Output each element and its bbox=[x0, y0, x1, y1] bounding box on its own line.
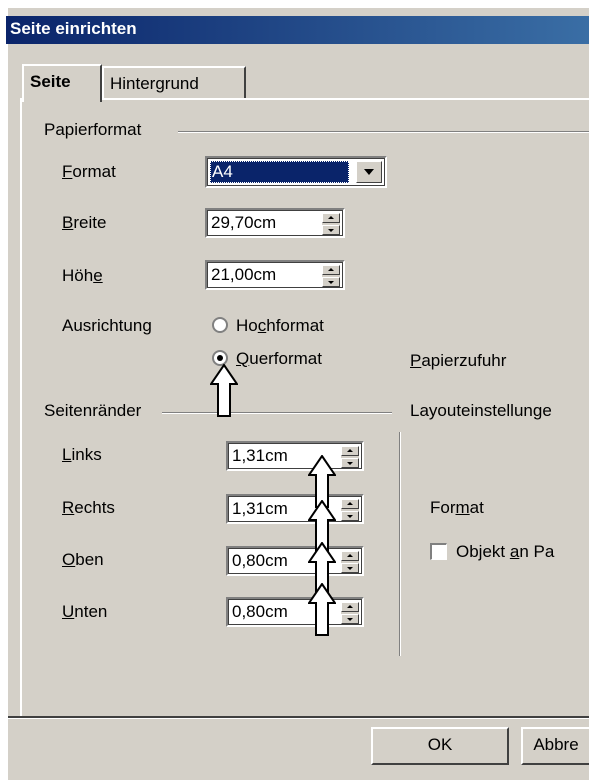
annotation-arrow-up-icon bbox=[210, 364, 238, 417]
oben-spinner[interactable] bbox=[341, 551, 359, 573]
spin-up-button[interactable] bbox=[341, 499, 359, 509]
links-spinner[interactable] bbox=[341, 446, 359, 468]
format-dropdown-button[interactable] bbox=[356, 161, 382, 183]
spin-down-icon bbox=[328, 281, 334, 284]
tab-hintergrund[interactable]: Hintergrund bbox=[102, 66, 246, 100]
links-label: Links bbox=[62, 445, 102, 464]
rechts-spinner[interactable] bbox=[341, 499, 359, 521]
spin-up-icon bbox=[328, 216, 334, 219]
spin-up-icon bbox=[347, 449, 353, 452]
unten-spinner[interactable] bbox=[341, 602, 359, 624]
spin-down-icon bbox=[347, 567, 353, 570]
spin-down-button[interactable] bbox=[341, 563, 359, 573]
spin-down-button[interactable] bbox=[341, 458, 359, 468]
spin-down-button[interactable] bbox=[322, 277, 340, 287]
ausrichtung-label: Ausrichtung bbox=[62, 316, 152, 335]
spin-up-icon bbox=[347, 605, 353, 608]
hoehe-spinner[interactable] bbox=[322, 265, 340, 287]
tab-hintergrund-label: Hintergrund bbox=[110, 74, 199, 93]
hoehe-value: 21,00cm bbox=[211, 265, 277, 284]
hochformat-label[interactable]: Hochformat bbox=[236, 316, 324, 336]
oben-label: Oben bbox=[62, 550, 104, 569]
format-selected-value: A4 bbox=[210, 161, 349, 183]
spin-down-button[interactable] bbox=[322, 225, 340, 235]
rechts-value: 1,31cm bbox=[232, 499, 288, 518]
window-title: Seite einrichten bbox=[10, 19, 137, 38]
layout-group-label: Layouteinstellunge bbox=[410, 401, 552, 420]
papierzufuhr-label: Papierzufuhr bbox=[410, 351, 507, 370]
title-bar: Seite einrichten bbox=[6, 16, 589, 44]
layout-format-label: Format bbox=[430, 498, 484, 517]
cancel-button[interactable]: Abbre bbox=[521, 727, 589, 765]
spin-down-button[interactable] bbox=[341, 614, 359, 624]
oben-field[interactable]: 0,80cm bbox=[226, 546, 364, 576]
spin-down-icon bbox=[347, 515, 353, 518]
spin-down-icon bbox=[347, 462, 353, 465]
querformat-label[interactable]: Querformat bbox=[236, 349, 322, 369]
spin-up-button[interactable] bbox=[341, 602, 359, 612]
unten-label: Unten bbox=[62, 602, 108, 621]
hoehe-field[interactable]: 21,00cm bbox=[205, 260, 345, 290]
breite-spinner[interactable] bbox=[322, 213, 340, 235]
tab-seite[interactable]: Seite bbox=[22, 64, 102, 102]
spin-down-icon bbox=[347, 618, 353, 621]
annotation-arrow-up-icon bbox=[308, 583, 336, 636]
papierformat-group-label: Papierformat bbox=[44, 120, 142, 139]
oben-value: 0,80cm bbox=[232, 551, 288, 570]
rechts-label: Rechts bbox=[62, 498, 115, 517]
objekt-checkbox[interactable] bbox=[430, 543, 447, 560]
spin-up-button[interactable] bbox=[322, 265, 340, 275]
ok-button[interactable]: OK bbox=[371, 727, 509, 765]
spin-up-button[interactable] bbox=[341, 446, 359, 456]
links-value: 1,31cm bbox=[232, 446, 288, 465]
rechts-field[interactable]: 1,31cm bbox=[226, 494, 364, 524]
seitenraender-group-label: Seitenränder bbox=[44, 401, 142, 420]
spin-up-icon bbox=[328, 268, 334, 271]
objekt-checkbox-label[interactable]: Objekt an Pa bbox=[456, 542, 554, 562]
format-select[interactable]: A4 bbox=[205, 156, 387, 188]
format-label: Format bbox=[62, 162, 116, 181]
chevron-down-icon bbox=[364, 169, 374, 175]
links-field[interactable]: 1,31cm bbox=[226, 441, 364, 471]
spin-up-icon bbox=[347, 502, 353, 505]
hoehe-label: Höhe bbox=[62, 266, 103, 285]
tab-seite-label: Seite bbox=[30, 72, 71, 91]
spin-up-button[interactable] bbox=[341, 551, 359, 561]
spin-down-button[interactable] bbox=[341, 511, 359, 521]
unten-field[interactable]: 0,80cm bbox=[226, 597, 364, 627]
spin-up-icon bbox=[347, 554, 353, 557]
breite-label: Breite bbox=[62, 213, 107, 232]
breite-value: 29,70cm bbox=[211, 213, 277, 232]
unten-value: 0,80cm bbox=[232, 602, 288, 621]
spin-up-button[interactable] bbox=[322, 213, 340, 223]
button-area-separator bbox=[8, 716, 589, 719]
hochformat-radio[interactable] bbox=[212, 317, 228, 333]
spin-down-icon bbox=[328, 229, 334, 232]
breite-field[interactable]: 29,70cm bbox=[205, 208, 345, 238]
